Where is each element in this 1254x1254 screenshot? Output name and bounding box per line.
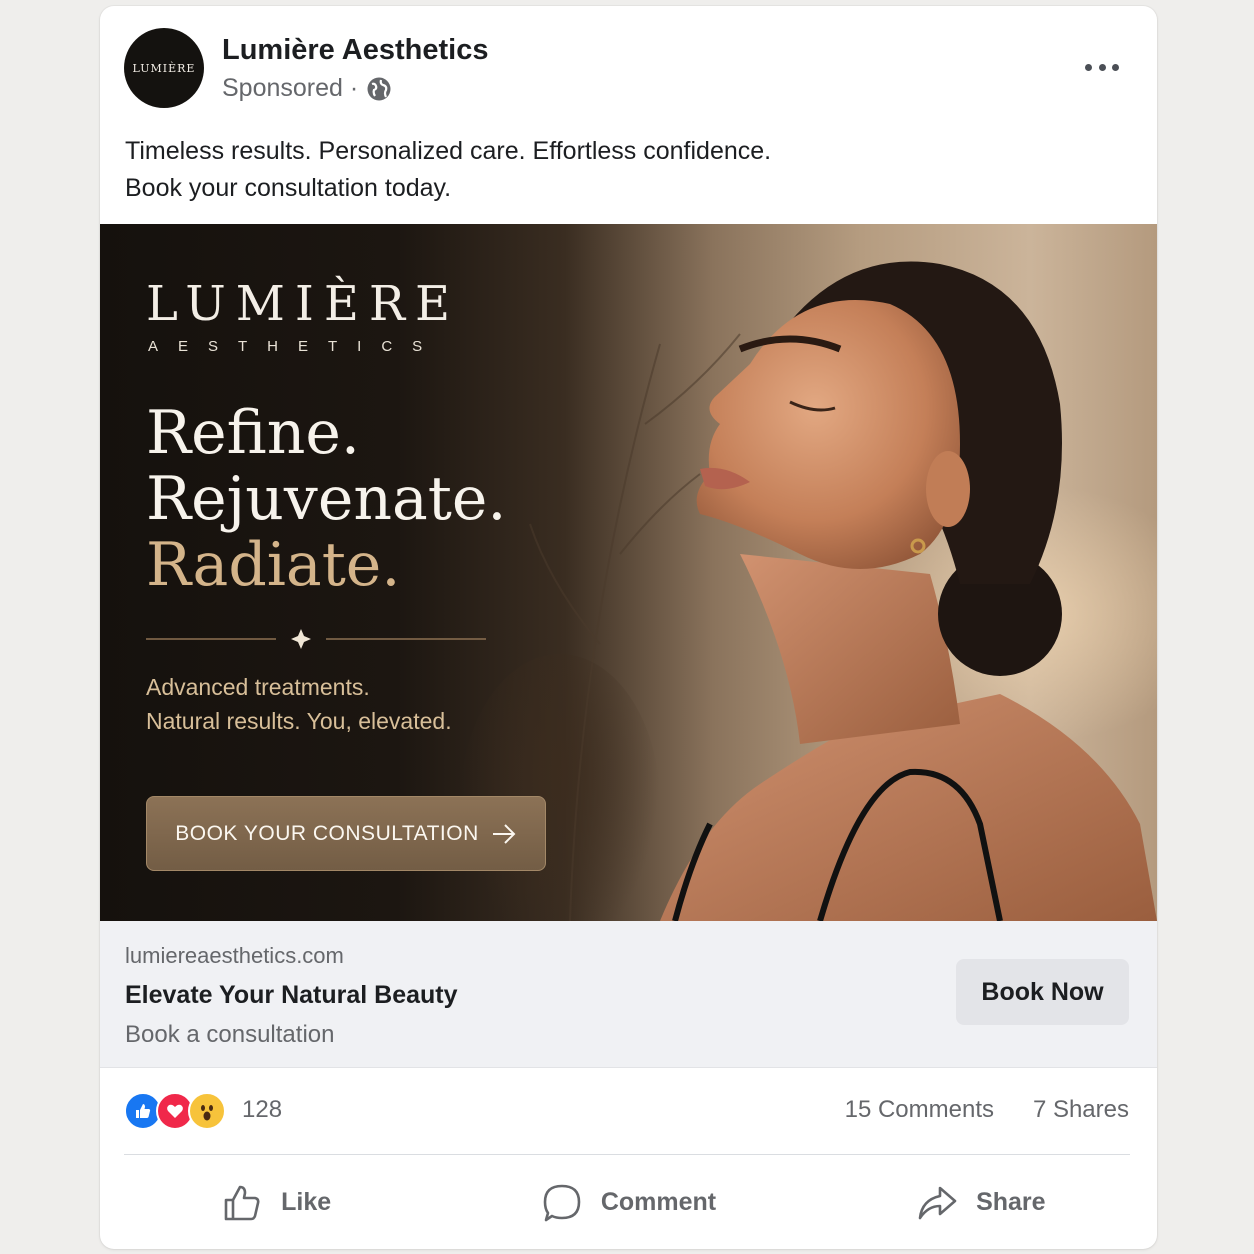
post-header: LUMIÈRE Lumière Aesthetics Sponsored ·: [100, 6, 1157, 126]
headline-refine: Refine.: [146, 398, 360, 468]
link-description: Book a consultation: [125, 1021, 335, 1048]
ad-creative-image[interactable]: LUMIÈRE AESTHETICS Refine. Rejuvenate. R…: [100, 224, 1157, 921]
caption-line-1: Timeless results. Personalized care. Eff…: [125, 137, 772, 165]
ad-brand-subtitle: AESTHETICS: [148, 338, 443, 355]
globe-icon: [367, 77, 391, 100]
wow-icon: [188, 1092, 226, 1130]
sponsored-line: Sponsored ·: [222, 74, 392, 103]
caption-line-2: Book your consultation today.: [125, 174, 452, 202]
post-caption: Timeless results. Personalized care. Eff…: [125, 133, 1125, 207]
reaction-icons[interactable]: [124, 1092, 226, 1130]
like-button[interactable]: Like: [100, 1156, 452, 1249]
thumbs-up-icon: [224, 1185, 260, 1220]
reactions-summary: 128 15 Comments 7 Shares: [100, 1068, 1157, 1153]
page-name[interactable]: Lumière Aesthetics: [222, 34, 488, 67]
tagline-line-2: Natural results. You, elevated.: [146, 708, 452, 734]
tagline-line-1: Advanced treatments.: [146, 674, 370, 700]
reaction-count[interactable]: 128: [242, 1096, 282, 1124]
avatar-text: LUMIÈRE: [132, 61, 196, 75]
ad-headline: Refine. Rejuvenate. Radiate.: [146, 400, 506, 598]
headline-radiate: Radiate.: [146, 530, 401, 600]
cta-label: BOOK YOUR CONSULTATION: [175, 821, 479, 845]
sparkle-divider: [146, 629, 486, 649]
ad-brand-wordmark: LUMIÈRE: [146, 276, 461, 332]
page-avatar[interactable]: LUMIÈRE: [124, 28, 204, 108]
comment-label: Comment: [600, 1188, 717, 1216]
actions-divider: [124, 1154, 1130, 1155]
share-arrow-icon: [918, 1186, 957, 1219]
book-consultation-button[interactable]: BOOK YOUR CONSULTATION: [146, 796, 546, 871]
arrow-right-icon: [492, 823, 516, 844]
link-domain: lumiereaesthetics.com: [125, 943, 344, 968]
comment-bubble-icon: [543, 1184, 581, 1221]
book-now-button[interactable]: Book Now: [956, 959, 1129, 1025]
share-label: Share: [976, 1188, 1046, 1216]
more-options-icon[interactable]: [1085, 58, 1119, 76]
comment-button[interactable]: Comment: [452, 1156, 804, 1249]
sponsored-label: Sponsored ·: [222, 74, 359, 102]
share-button[interactable]: Share: [805, 1156, 1157, 1249]
link-preview-bar[interactable]: lumiereaesthetics.com Elevate Your Natur…: [100, 921, 1157, 1068]
like-label: Like: [281, 1188, 332, 1216]
comments-count[interactable]: 15 Comments: [845, 1096, 994, 1124]
post-actions-bar: Like Comment Share: [100, 1156, 1157, 1249]
sponsored-post-card: LUMIÈRE Lumière Aesthetics Sponsored · T…: [100, 6, 1157, 1249]
link-title: Elevate Your Natural Beauty: [125, 981, 458, 1009]
headline-rejuvenate: Rejuvenate.: [146, 464, 507, 534]
shares-count[interactable]: 7 Shares: [1033, 1096, 1129, 1124]
ad-tagline: Advanced treatments. Natural results. Yo…: [146, 670, 452, 738]
